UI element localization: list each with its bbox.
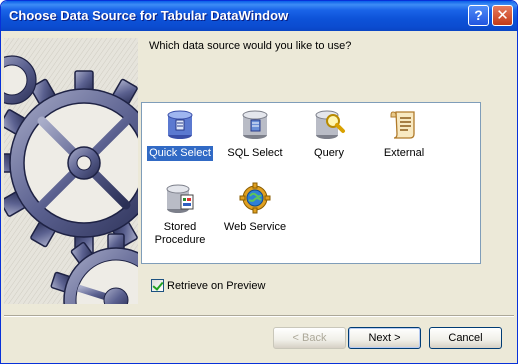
gears-illustration bbox=[4, 38, 138, 304]
sql-select-icon bbox=[242, 110, 268, 139]
next-button[interactable]: Next > bbox=[348, 327, 421, 349]
quick-select-icon bbox=[167, 110, 193, 139]
source-sql-select[interactable]: SQL Select bbox=[220, 107, 290, 161]
retrieve-on-preview-option[interactable]: Retrieve on Preview bbox=[151, 279, 265, 292]
source-label: Stored Procedure bbox=[154, 221, 206, 246]
source-label: SQL Select bbox=[227, 147, 283, 159]
title-bar[interactable]: Choose Data Source for Tabular DataWindo… bbox=[1, 1, 517, 31]
source-label: Query bbox=[314, 147, 344, 159]
window-title: Choose Data Source for Tabular DataWindo… bbox=[9, 8, 289, 23]
source-quick-select[interactable]: Quick Select bbox=[145, 107, 215, 161]
source-query[interactable]: Query bbox=[294, 107, 364, 161]
help-button[interactable]: ? bbox=[468, 5, 489, 26]
prompt-text: Which data source would you like to use? bbox=[149, 40, 351, 52]
gears-icon bbox=[4, 38, 138, 304]
query-icon bbox=[315, 110, 345, 139]
source-label: External bbox=[383, 147, 425, 159]
external-icon bbox=[390, 111, 415, 139]
back-button[interactable]: < Back bbox=[273, 327, 346, 349]
retrieve-on-preview-checkbox[interactable] bbox=[151, 279, 164, 292]
dialog-window: Choose Data Source for Tabular DataWindo… bbox=[0, 0, 518, 364]
source-label: Web Service bbox=[223, 221, 287, 233]
data-source-list[interactable]: Quick Select SQL Select Query External S… bbox=[141, 102, 481, 264]
cancel-button[interactable]: Cancel bbox=[429, 327, 502, 349]
source-web-service[interactable]: Web Service bbox=[220, 181, 290, 235]
source-external[interactable]: External bbox=[369, 107, 439, 161]
button-divider bbox=[4, 315, 514, 317]
source-stored-procedure[interactable]: Stored Procedure bbox=[145, 181, 215, 248]
close-button[interactable]: ✕ bbox=[492, 5, 513, 26]
prompt-label: Which data source would you like to use? bbox=[149, 40, 352, 52]
source-label: Quick Select bbox=[147, 146, 213, 161]
stored-procedure-icon bbox=[166, 184, 194, 213]
web-service-icon bbox=[239, 182, 271, 214]
retrieve-on-preview-label: Retrieve on Preview bbox=[167, 280, 266, 292]
